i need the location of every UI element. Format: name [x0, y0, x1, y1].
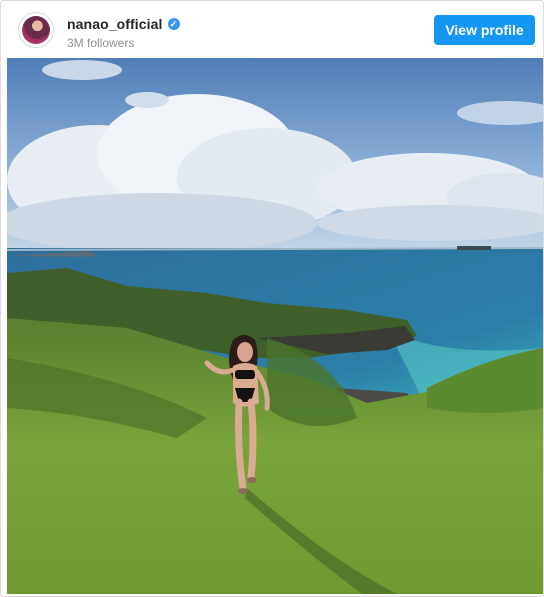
view-profile-button[interactable]: View profile	[434, 15, 535, 45]
username-row: nanao_official ✓	[67, 15, 180, 33]
distant-island	[457, 246, 491, 250]
user-info: nanao_official ✓ 3M followers	[67, 15, 180, 50]
sun-glare	[139, 110, 175, 146]
post-header: nanao_official ✓ 3M followers View profi…	[1, 1, 543, 57]
avatar-image	[22, 16, 50, 44]
verified-badge-icon: ✓	[167, 18, 180, 30]
username[interactable]: nanao_official	[67, 16, 163, 32]
avatar[interactable]	[18, 12, 54, 48]
follower-count: 3M followers	[67, 36, 135, 50]
instagram-embed-card: nanao_official ✓ 3M followers View profi…	[0, 0, 544, 597]
post-photo[interactable]	[7, 58, 543, 594]
